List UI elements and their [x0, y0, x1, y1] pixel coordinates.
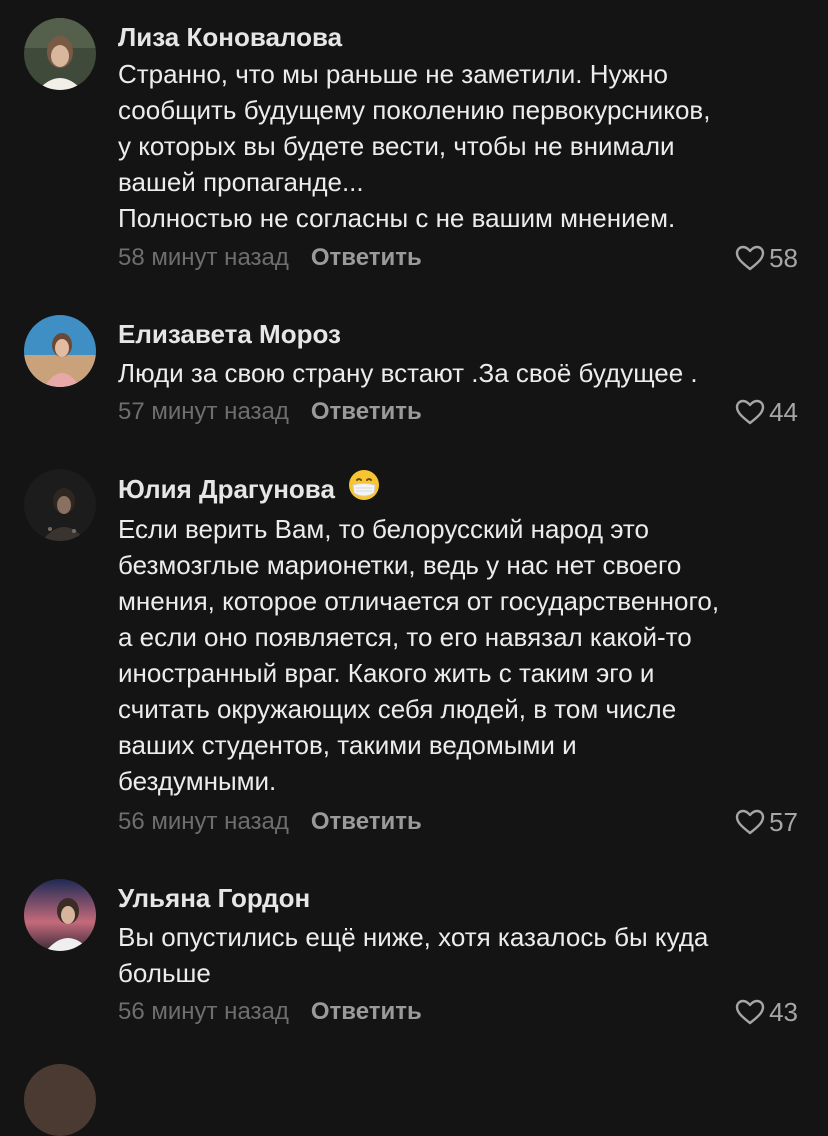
- comment-time: 56 минут назад: [118, 998, 289, 1025]
- comment-author[interactable]: Ульяна Гордон: [118, 883, 310, 913]
- comment-time: 57 минут назад: [118, 398, 289, 425]
- avatar[interactable]: [24, 18, 96, 90]
- reply-button[interactable]: Ответить: [311, 244, 422, 271]
- comment-time: 58 минут назад: [118, 244, 289, 271]
- comment-meta: 56 минут назад Ответить: [118, 997, 422, 1027]
- comment-meta: 56 минут назад Ответить: [118, 807, 422, 837]
- like-button[interactable]: 44: [735, 397, 798, 427]
- comment-time: 56 минут назад: [118, 808, 289, 835]
- reply-button[interactable]: Ответить: [311, 808, 422, 835]
- heart-icon: [735, 809, 765, 835]
- like-count: 43: [769, 997, 798, 1027]
- like-button[interactable]: 57: [735, 807, 798, 837]
- comment-text: Если верить Вам, то белорусский народ эт…: [118, 514, 720, 796]
- like-count: 58: [769, 243, 798, 273]
- reply-button[interactable]: Ответить: [311, 398, 422, 425]
- comment-text: Странно, что мы раньше не заметили. Нужн…: [118, 59, 711, 233]
- comment-author[interactable]: Елизавета Мороз: [118, 319, 341, 349]
- avatar[interactable]: [24, 469, 96, 541]
- comment-meta: 57 минут назад Ответить: [118, 397, 422, 427]
- avatar[interactable]: [24, 1064, 96, 1136]
- like-button[interactable]: 58: [735, 243, 798, 273]
- heart-icon: [735, 999, 765, 1025]
- avatar[interactable]: [24, 315, 96, 387]
- face-with-medical-mask-icon: [347, 468, 381, 508]
- comment-author[interactable]: Лиза Коновалова: [118, 22, 342, 52]
- heart-icon: [735, 245, 765, 271]
- comment-text: Люди за свою страну встают .За своё буду…: [118, 358, 698, 388]
- heart-icon: [735, 399, 765, 425]
- comment-text: Вы опустились ещё ниже, хотя казалось бы…: [118, 922, 709, 988]
- avatar[interactable]: [24, 879, 96, 951]
- reply-button[interactable]: Ответить: [311, 998, 422, 1025]
- comment-author[interactable]: Юлия Драгунова: [118, 470, 381, 508]
- comment-meta: 58 минут назад Ответить: [118, 243, 422, 273]
- like-count: 44: [769, 397, 798, 427]
- comment-author-name: Юлия Драгунова: [118, 474, 335, 504]
- like-count: 57: [769, 807, 798, 837]
- like-button[interactable]: 43: [735, 997, 798, 1027]
